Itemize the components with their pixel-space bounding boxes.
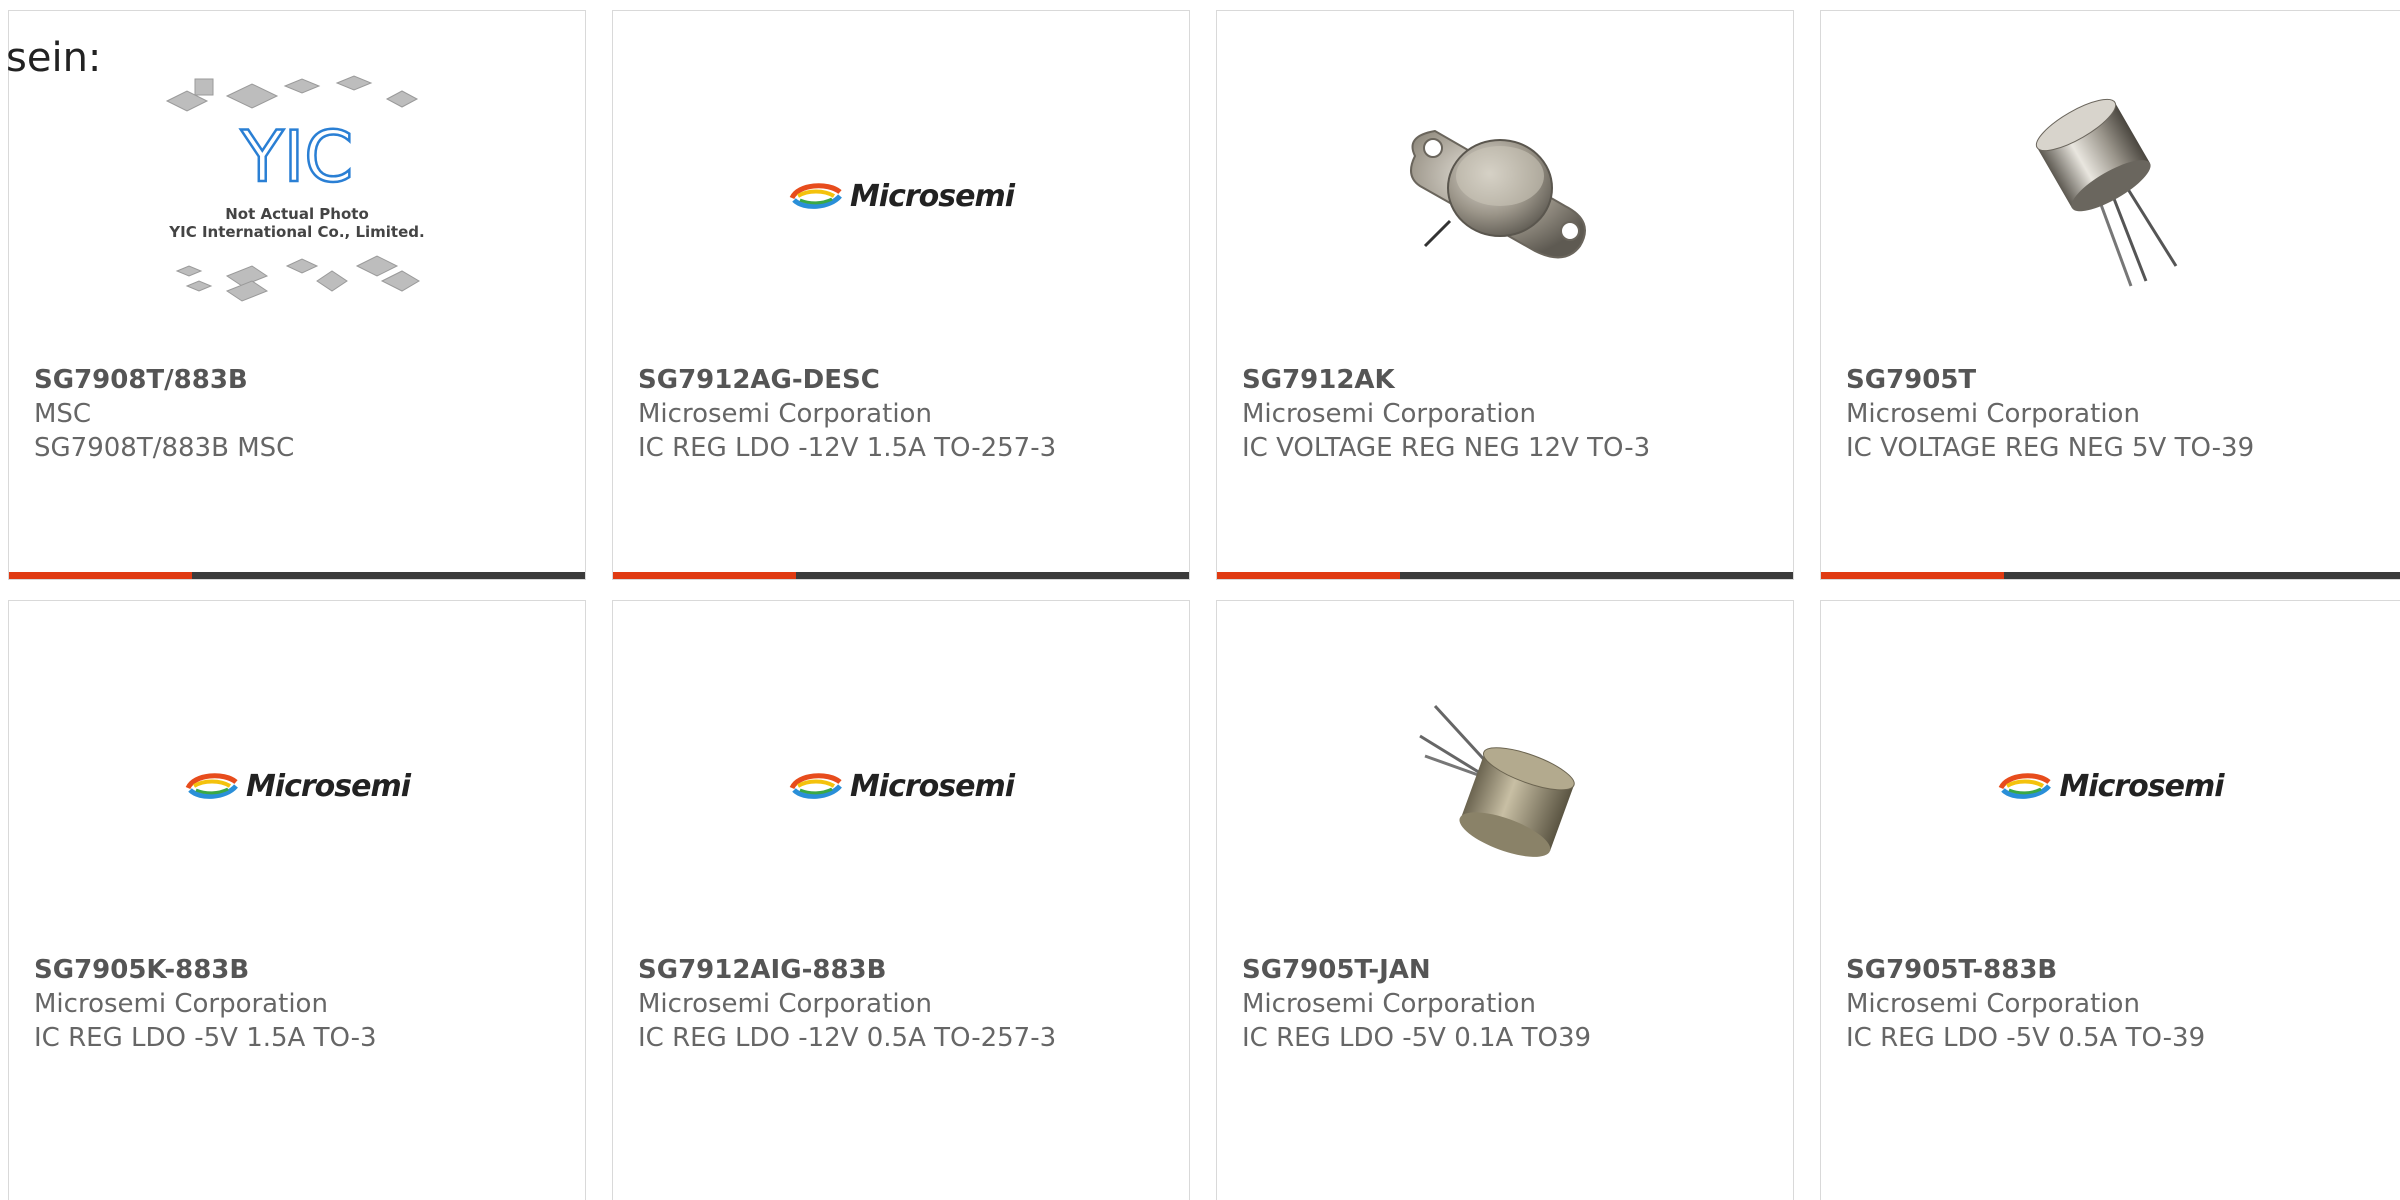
product-info: SG7912AIG-883B Microsemi Corporation IC … (638, 953, 1179, 1055)
part-number-link[interactable]: SG7912AG-DESC (638, 363, 1179, 397)
manufacturer: Microsemi Corporation (638, 399, 932, 429)
yic-logo: YIC (239, 115, 355, 200)
manufacturer: Microsemi Corporation (1846, 399, 2140, 429)
placeholder-caption-line1: Not Actual Photo (225, 205, 369, 223)
card-bottom-bar (9, 572, 585, 579)
product-info: SG7905T Microsemi Corporation IC VOLTAGE… (1846, 363, 2390, 465)
manufacturer: Microsemi Corporation (1242, 989, 1536, 1019)
svg-text:YIC: YIC (240, 116, 353, 198)
product-image[interactable] (1217, 661, 1793, 911)
placeholder-caption-line2: YIC International Co., Limited. (168, 223, 424, 241)
product-image[interactable]: Microsemi (9, 661, 585, 911)
description: IC REG LDO -5V 0.1A TO39 (1242, 1023, 1592, 1053)
microsemi-logo-text: Microsemi (849, 768, 1015, 804)
yic-placeholder-image: YIC Not Actual Photo YIC International C… (165, 75, 425, 302)
microsemi-swirl-icon (789, 183, 842, 209)
product-info: SG7905K-883B Microsemi Corporation IC RE… (34, 953, 575, 1055)
product-image[interactable]: Microsemi (613, 661, 1189, 911)
card-bottom-bar (613, 572, 1189, 579)
microsemi-logo-text: Microsemi (2059, 768, 2224, 804)
description: IC REG LDO -12V 1.5A TO-257-3 (638, 433, 1057, 463)
microsemi-logo-text: Microsemi (849, 178, 1015, 214)
product-card[interactable]: YIC Not Actual Photo YIC International C… (8, 10, 586, 580)
description: IC VOLTAGE REG NEG 12V TO-3 (1242, 433, 1651, 463)
part-number-link[interactable]: SG7912AK (1242, 363, 1783, 397)
card-bottom-bar (1217, 572, 1793, 579)
product-card[interactable]: SG7905T-JAN Microsemi Corporation IC REG… (1216, 600, 1794, 1200)
part-number-link[interactable]: SG7905T (1846, 363, 2390, 397)
product-info: SG7908T/883B MSC SG7908T/883B MSC (34, 363, 575, 465)
product-image[interactable]: Microsemi (613, 71, 1189, 321)
product-card[interactable]: Microsemi SG7905T-883B Microsemi Corpora… (1820, 600, 2400, 1200)
description: IC VOLTAGE REG NEG 5V TO-39 (1846, 433, 2255, 463)
product-image[interactable] (1217, 71, 1793, 321)
description: IC REG LDO -5V 1.5A TO-3 (34, 1023, 377, 1053)
product-image[interactable]: YIC Not Actual Photo YIC International C… (9, 71, 585, 321)
microsemi-swirl-icon (789, 773, 842, 799)
part-number-link[interactable]: SG7908T/883B (34, 363, 575, 397)
to39-package-image (2035, 98, 2177, 287)
product-card[interactable]: Microsemi SG7905K-883B Microsemi Corpora… (8, 600, 586, 1200)
product-info: SG7912AG-DESC Microsemi Corporation IC R… (638, 363, 1179, 465)
microsemi-swirl-icon (1999, 773, 2052, 799)
product-card[interactable]: Microsemi SG7912AIG-883B Microsemi Corpo… (612, 600, 1190, 1200)
microsemi-logo: Microsemi (788, 768, 1015, 804)
manufacturer: Microsemi Corporation (1846, 989, 2140, 1019)
product-info: SG7905T-JAN Microsemi Corporation IC REG… (1242, 953, 1783, 1055)
microsemi-logo: Microsemi (788, 178, 1015, 214)
part-number-link[interactable]: SG7905T-883B (1846, 953, 2390, 987)
to3-package-image (1410, 129, 1586, 259)
product-card[interactable]: SG7905T Microsemi Corporation IC VOLTAGE… (1820, 10, 2400, 580)
manufacturer: Microsemi Corporation (1242, 399, 1536, 429)
microsemi-logo: Microsemi (1997, 768, 2225, 804)
description: SG7908T/883B MSC (34, 433, 295, 463)
product-image[interactable] (1821, 71, 2400, 321)
manufacturer: Microsemi Corporation (638, 989, 932, 1019)
manufacturer: MSC (34, 399, 92, 429)
description: IC REG LDO -5V 0.5A TO-39 (1846, 1023, 2206, 1053)
card-bottom-bar (1821, 572, 2400, 579)
product-image[interactable]: Microsemi (1821, 661, 2400, 911)
product-card[interactable]: SG7912AK Microsemi Corporation IC VOLTAG… (1216, 10, 1794, 580)
manufacturer: Microsemi Corporation (34, 989, 328, 1019)
product-info: SG7905T-883B Microsemi Corporation IC RE… (1846, 953, 2390, 1055)
product-card[interactable]: Microsemi SG7912AG-DESC Microsemi Corpor… (612, 10, 1190, 580)
product-info: SG7912AK Microsemi Corporation IC VOLTAG… (1242, 363, 1783, 465)
part-number-link[interactable]: SG7905T-JAN (1242, 953, 1783, 987)
microsemi-logo-text: Microsemi (245, 768, 411, 804)
microsemi-swirl-icon (185, 773, 238, 799)
part-number-link[interactable]: SG7905K-883B (34, 953, 575, 987)
part-number-link[interactable]: SG7912AIG-883B (638, 953, 1179, 987)
to39-package-gold-image (1419, 704, 1575, 857)
microsemi-logo: Microsemi (184, 768, 411, 804)
description: IC REG LDO -12V 0.5A TO-257-3 (638, 1023, 1057, 1053)
section-heading: sein: (6, 35, 102, 81)
